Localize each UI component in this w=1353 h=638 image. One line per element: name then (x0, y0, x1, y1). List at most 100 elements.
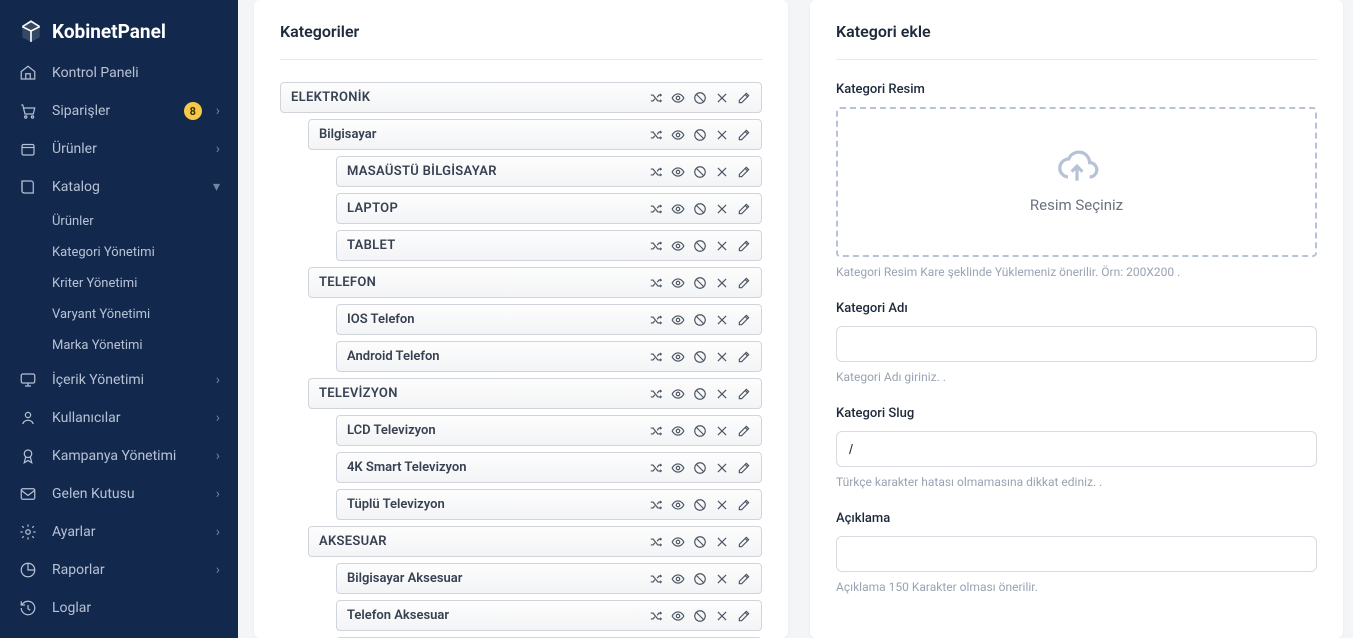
shuffle-icon[interactable] (649, 313, 663, 327)
category-row[interactable]: Tüplü Televizyon (336, 489, 762, 520)
nav-item[interactable]: Katalog▾ (0, 168, 238, 206)
visibility-icon[interactable] (671, 424, 685, 438)
delete-icon[interactable] (715, 609, 729, 623)
desc-input[interactable] (836, 536, 1317, 572)
shuffle-icon[interactable] (649, 91, 663, 105)
shuffle-icon[interactable] (649, 535, 663, 549)
visibility-icon[interactable] (671, 572, 685, 586)
name-input[interactable] (836, 326, 1317, 362)
delete-icon[interactable] (715, 239, 729, 253)
delete-icon[interactable] (715, 387, 729, 401)
category-row[interactable]: AKSESUAR (308, 526, 762, 557)
category-row[interactable]: Telefon Aksesuar (336, 600, 762, 631)
delete-icon[interactable] (715, 350, 729, 364)
edit-icon[interactable] (737, 165, 751, 179)
disable-icon[interactable] (693, 350, 707, 364)
nav-item[interactable]: Ayarlar› (0, 513, 238, 551)
edit-icon[interactable] (737, 498, 751, 512)
edit-icon[interactable] (737, 535, 751, 549)
delete-icon[interactable] (715, 276, 729, 290)
disable-icon[interactable] (693, 276, 707, 290)
edit-icon[interactable] (737, 572, 751, 586)
nav-subitem[interactable]: Marka Yönetimi (0, 330, 238, 361)
visibility-icon[interactable] (671, 165, 685, 179)
disable-icon[interactable] (693, 461, 707, 475)
edit-icon[interactable] (737, 239, 751, 253)
disable-icon[interactable] (693, 387, 707, 401)
nav-item[interactable]: Siparişler8› (0, 92, 238, 130)
shuffle-icon[interactable] (649, 461, 663, 475)
category-row[interactable]: Bilgisayar Aksesuar (336, 563, 762, 594)
shuffle-icon[interactable] (649, 276, 663, 290)
nav-item[interactable]: Kampanya Yönetimi› (0, 437, 238, 475)
shuffle-icon[interactable] (649, 609, 663, 623)
shuffle-icon[interactable] (649, 424, 663, 438)
visibility-icon[interactable] (671, 350, 685, 364)
shuffle-icon[interactable] (649, 572, 663, 586)
visibility-icon[interactable] (671, 276, 685, 290)
disable-icon[interactable] (693, 91, 707, 105)
visibility-icon[interactable] (671, 239, 685, 253)
disable-icon[interactable] (693, 609, 707, 623)
edit-icon[interactable] (737, 387, 751, 401)
shuffle-icon[interactable] (649, 202, 663, 216)
edit-icon[interactable] (737, 128, 751, 142)
disable-icon[interactable] (693, 165, 707, 179)
nav-subitem[interactable]: Ürünler (0, 206, 238, 237)
delete-icon[interactable] (715, 165, 729, 179)
visibility-icon[interactable] (671, 461, 685, 475)
visibility-icon[interactable] (671, 313, 685, 327)
disable-icon[interactable] (693, 424, 707, 438)
edit-icon[interactable] (737, 350, 751, 364)
category-row[interactable]: TELEVİZYON (308, 378, 762, 409)
visibility-icon[interactable] (671, 128, 685, 142)
visibility-icon[interactable] (671, 91, 685, 105)
shuffle-icon[interactable] (649, 239, 663, 253)
shuffle-icon[interactable] (649, 128, 663, 142)
category-row[interactable]: IOS Telefon (336, 304, 762, 335)
delete-icon[interactable] (715, 535, 729, 549)
shuffle-icon[interactable] (649, 498, 663, 512)
edit-icon[interactable] (737, 424, 751, 438)
category-row[interactable]: MASAÜSTÜ BİLGİSAYAR (336, 156, 762, 187)
category-row[interactable]: Bilgisayar (308, 119, 762, 150)
category-row[interactable]: TABLET (336, 230, 762, 261)
disable-icon[interactable] (693, 128, 707, 142)
disable-icon[interactable] (693, 572, 707, 586)
delete-icon[interactable] (715, 202, 729, 216)
edit-icon[interactable] (737, 313, 751, 327)
disable-icon[interactable] (693, 498, 707, 512)
shuffle-icon[interactable] (649, 350, 663, 364)
delete-icon[interactable] (715, 128, 729, 142)
delete-icon[interactable] (715, 498, 729, 512)
delete-icon[interactable] (715, 313, 729, 327)
category-row[interactable]: TELEFON (308, 267, 762, 298)
category-row[interactable]: 4K Smart Televizyon (336, 452, 762, 483)
delete-icon[interactable] (715, 424, 729, 438)
delete-icon[interactable] (715, 461, 729, 475)
disable-icon[interactable] (693, 535, 707, 549)
disable-icon[interactable] (693, 239, 707, 253)
shuffle-icon[interactable] (649, 387, 663, 401)
nav-item[interactable]: Gelen Kutusu› (0, 475, 238, 513)
nav-item[interactable]: Ürünler› (0, 130, 238, 168)
nav-item[interactable]: Kullanıcılar› (0, 399, 238, 437)
edit-icon[interactable] (737, 276, 751, 290)
category-row[interactable]: Android Telefon (336, 341, 762, 372)
visibility-icon[interactable] (671, 202, 685, 216)
nav-item[interactable]: Raporlar› (0, 551, 238, 589)
nav-subitem[interactable]: Varyant Yönetimi (0, 299, 238, 330)
visibility-icon[interactable] (671, 387, 685, 401)
category-row[interactable]: ELEKTRONİK (280, 82, 762, 113)
edit-icon[interactable] (737, 461, 751, 475)
category-row[interactable]: LCD Televizyon (336, 415, 762, 446)
category-row[interactable]: LAPTOP (336, 193, 762, 224)
nav-subitem[interactable]: Kategori Yönetimi (0, 237, 238, 268)
edit-icon[interactable] (737, 91, 751, 105)
nav-item[interactable]: Kontrol Paneli (0, 54, 238, 92)
visibility-icon[interactable] (671, 498, 685, 512)
delete-icon[interactable] (715, 91, 729, 105)
edit-icon[interactable] (737, 202, 751, 216)
visibility-icon[interactable] (671, 609, 685, 623)
image-dropzone[interactable]: Resim Seçiniz (836, 107, 1317, 257)
